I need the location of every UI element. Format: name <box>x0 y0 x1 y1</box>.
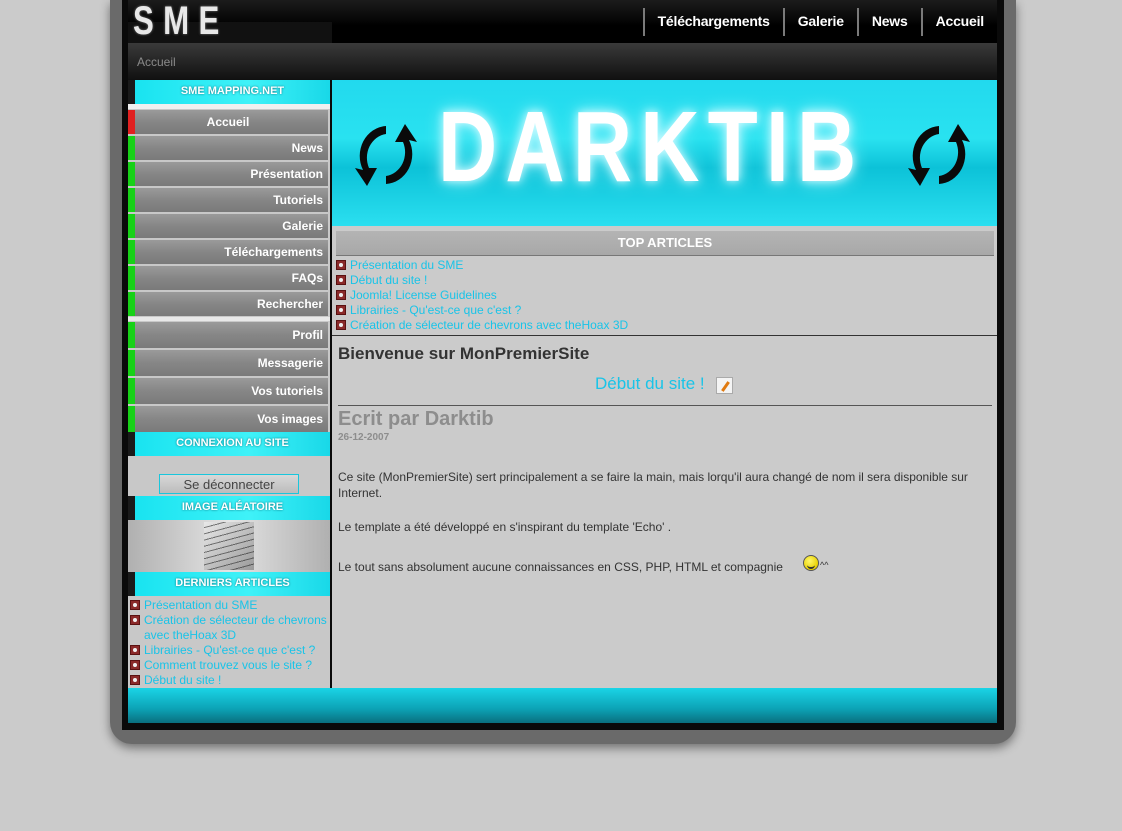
menu-item-profil[interactable]: Profil <box>128 322 328 348</box>
menu-item-vos-tutoriels[interactable]: Vos tutoriels <box>128 378 328 404</box>
bullet-icon <box>336 320 346 330</box>
nav-accueil[interactable]: Accueil <box>920 8 997 36</box>
divider <box>128 317 330 321</box>
bullet-icon <box>130 645 140 655</box>
list-item[interactable]: Joomla! License Guidelines <box>334 288 994 303</box>
divider <box>332 335 997 336</box>
menu-item-telechargements[interactable]: Téléchargements <box>128 240 328 264</box>
list-item[interactable]: Présentation du SME <box>128 598 328 613</box>
bullet-icon <box>336 260 346 270</box>
smiley-suffix: ^^ <box>820 560 829 570</box>
site-title: SME MAPPING.NET <box>180 85 285 97</box>
article-paragraph: Le template a été développé en s'inspira… <box>338 520 672 534</box>
menu-item-vos-images[interactable]: Vos images <box>128 406 328 432</box>
site-logo[interactable]: SME <box>133 1 229 41</box>
edit-icon[interactable] <box>716 377 733 394</box>
menu-item-accueil[interactable]: Accueil <box>128 110 328 134</box>
breadcrumb[interactable]: Accueil <box>137 55 176 69</box>
list-item[interactable]: Comment trouvez vous le site ? <box>128 658 328 673</box>
random-image-header: IMAGE ALÉATOIRE <box>128 496 330 520</box>
footer <box>128 688 997 723</box>
sync-arrows-icon <box>355 124 417 186</box>
top-articles-list: Présentation du SME Début du site ! Joom… <box>334 258 994 333</box>
menu-item-tutoriels[interactable]: Tutoriels <box>128 188 328 212</box>
divider <box>128 104 330 109</box>
list-item[interactable]: Début du site ! <box>334 273 994 288</box>
nav-news[interactable]: News <box>856 8 921 36</box>
list-item[interactable]: Création de sélecteur de chevrons avec t… <box>334 318 994 333</box>
article-author: Ecrit par Darktib <box>338 408 494 430</box>
menu-item-messagerie[interactable]: Messagerie <box>128 350 328 376</box>
article-paragraph: Le tout sans absolument aucune connaissa… <box>338 560 783 574</box>
logout-button[interactable]: Se déconnecter <box>159 474 299 494</box>
breadcrumb-bar <box>128 43 997 80</box>
nav-galerie[interactable]: Galerie <box>782 8 857 36</box>
list-item[interactable]: Présentation du SME <box>334 258 994 273</box>
top-nav: Téléchargements Galerie News Accueil <box>642 8 997 36</box>
latest-articles-list: Présentation du SME Création de sélecteu… <box>128 598 328 688</box>
login-header: CONNEXION AU SITE <box>128 432 330 456</box>
menu-item-galerie[interactable]: Galerie <box>128 214 328 238</box>
bullet-icon <box>130 615 140 625</box>
menu-item-presentation[interactable]: Présentation <box>128 162 328 186</box>
menu-item-rechercher[interactable]: Rechercher <box>128 292 328 316</box>
bullet-icon <box>336 305 346 315</box>
menu-item-faqs[interactable]: FAQs <box>128 266 328 290</box>
random-image[interactable] <box>204 522 254 570</box>
list-item[interactable]: Librairies - Qu'est-ce que c'est ? <box>334 303 994 318</box>
sync-arrows-icon <box>908 124 970 186</box>
banner-title: DARKTIB <box>438 91 865 203</box>
bullet-icon <box>336 290 346 300</box>
article-paragraph: Ce site (MonPremierSite) sert principale… <box>338 470 968 500</box>
bullet-icon <box>130 660 140 670</box>
page-title: Bienvenue sur MonPremierSite <box>338 344 590 363</box>
article-date: 26-12-2007 <box>338 432 390 443</box>
top-articles-header: TOP ARTICLES <box>336 231 994 256</box>
list-item[interactable]: Librairies - Qu'est-ce que c'est ? <box>128 643 328 658</box>
article-title-link[interactable]: Début du site ! <box>595 374 705 394</box>
site-title-header: SME MAPPING.NET <box>128 80 330 104</box>
bullet-icon <box>336 275 346 285</box>
active-indicator <box>128 110 135 134</box>
divider <box>338 405 992 406</box>
smiley-icon <box>803 555 819 571</box>
nav-telechargements[interactable]: Téléchargements <box>642 8 783 36</box>
list-item[interactable]: Création de sélecteur de chevrons avec t… <box>128 613 328 643</box>
latest-articles-header: DERNIERS ARTICLES <box>128 572 330 596</box>
bullet-icon <box>130 675 140 685</box>
bullet-icon <box>130 600 140 610</box>
list-item[interactable]: Début du site ! <box>128 673 328 688</box>
menu-item-news[interactable]: News <box>128 136 328 160</box>
